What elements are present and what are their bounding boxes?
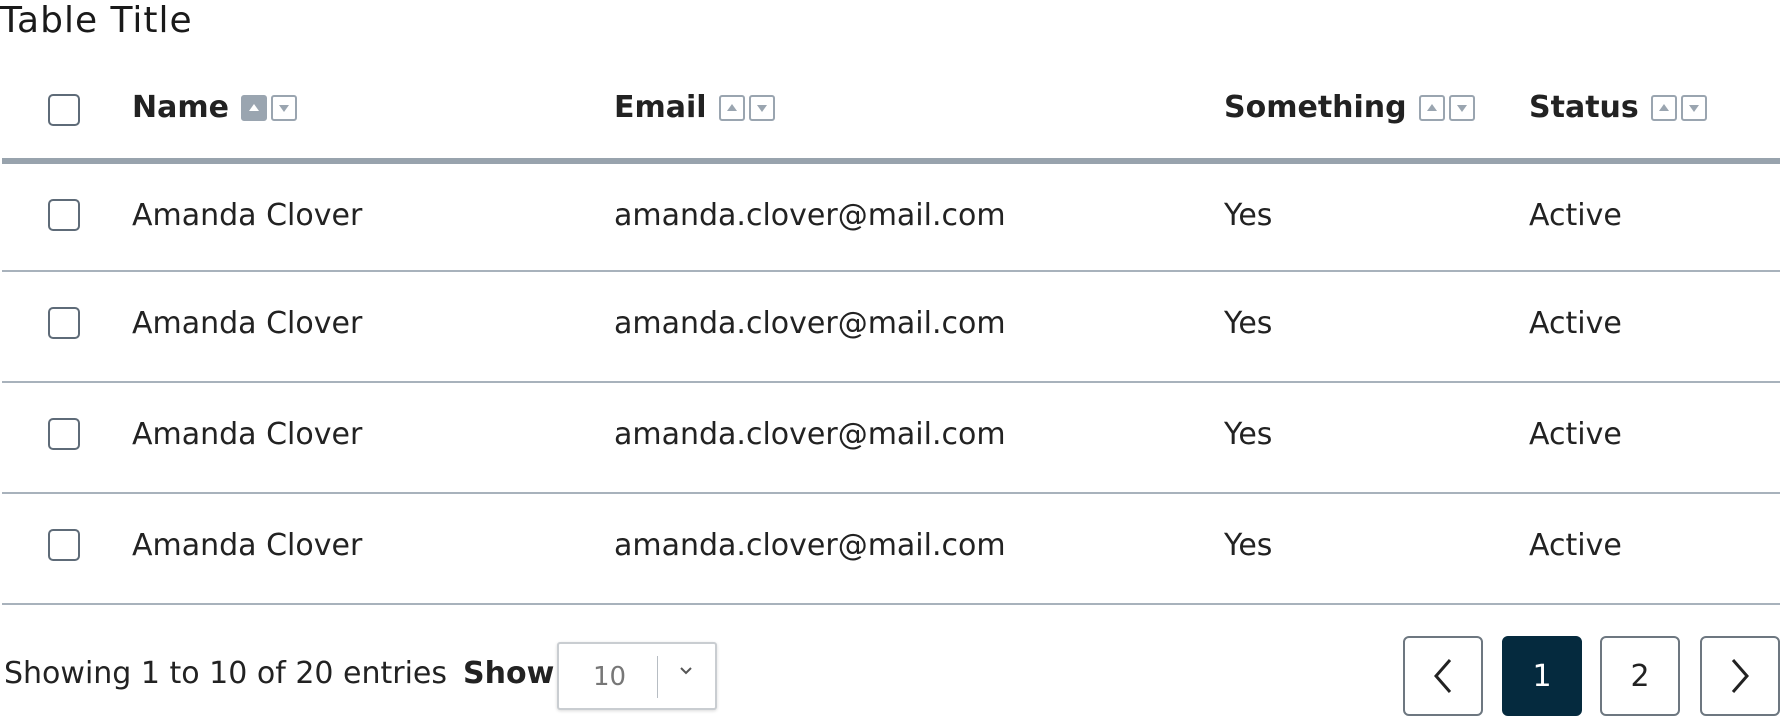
cell-status: Active: [1529, 417, 1622, 452]
cell-name: Amanda Clover: [132, 198, 363, 233]
cell-name: Amanda Clover: [132, 306, 363, 341]
cell-email: amanda.clover@mail.com: [614, 528, 1006, 563]
page-size-select[interactable]: 10: [557, 642, 717, 710]
sort-descending-icon[interactable]: [1448, 94, 1475, 121]
table-row: Amanda Clover amanda.clover@mail.com Yes…: [2, 494, 1780, 605]
cell-name: Amanda Clover: [132, 528, 363, 563]
prev-page-button[interactable]: [1403, 636, 1483, 716]
cell-something: Yes: [1224, 306, 1273, 341]
chevron-down-icon: [680, 667, 692, 675]
cell-something: Yes: [1224, 198, 1273, 233]
page-size-label: Show: [463, 656, 555, 691]
cell-email: amanda.clover@mail.com: [614, 417, 1006, 452]
column-header-status: Status: [1529, 90, 1707, 125]
column-header-something: Something: [1224, 90, 1475, 125]
table-body: Amanda Clover amanda.clover@mail.com Yes…: [2, 164, 1780, 605]
table-row: Amanda Clover amanda.clover@mail.com Yes…: [2, 164, 1780, 272]
sort-ascending-icon[interactable]: [1650, 94, 1677, 121]
sort-ascending-icon[interactable]: [718, 94, 745, 121]
sort-ascending-icon[interactable]: [240, 94, 267, 121]
column-label: Name: [132, 90, 229, 125]
sort-controls: [718, 94, 775, 121]
column-label: Email: [614, 90, 707, 125]
select-all-checkbox[interactable]: [48, 94, 80, 126]
sort-descending-icon[interactable]: [1680, 94, 1707, 121]
cell-status: Active: [1529, 198, 1622, 233]
column-label: Something: [1224, 90, 1407, 125]
table-footer: Showing 1 to 10 of 20 entries Show 10 1 …: [0, 620, 1782, 720]
column-header-name: Name: [132, 90, 297, 125]
cell-email: amanda.clover@mail.com: [614, 198, 1006, 233]
chevron-left-icon: [1434, 659, 1452, 693]
sort-controls: [1650, 94, 1707, 121]
row-checkbox[interactable]: [48, 307, 80, 339]
column-header-email: Email: [614, 90, 775, 125]
chevron-right-icon: [1731, 659, 1749, 693]
page-size-value: 10: [593, 662, 627, 692]
row-checkbox[interactable]: [48, 199, 80, 231]
table-row: Amanda Clover amanda.clover@mail.com Yes…: [2, 272, 1780, 383]
row-checkbox[interactable]: [48, 529, 80, 561]
entries-summary: Showing 1 to 10 of 20 entries: [4, 656, 448, 691]
row-checkbox[interactable]: [48, 418, 80, 450]
column-label: Status: [1529, 90, 1639, 125]
table-row: Amanda Clover amanda.clover@mail.com Yes…: [2, 383, 1780, 494]
cell-email: amanda.clover@mail.com: [614, 306, 1006, 341]
table-header: Name Email Something Status: [2, 62, 1780, 164]
cell-status: Active: [1529, 306, 1622, 341]
page-1-button[interactable]: 1: [1502, 636, 1582, 716]
sort-ascending-icon[interactable]: [1418, 94, 1445, 121]
table-title: Table Title: [0, 0, 193, 41]
cell-something: Yes: [1224, 528, 1273, 563]
sort-descending-icon[interactable]: [270, 94, 297, 121]
sort-controls: [1418, 94, 1475, 121]
cell-status: Active: [1529, 528, 1622, 563]
data-table: Name Email Something Status Amanda Clove…: [2, 62, 1780, 605]
cell-something: Yes: [1224, 417, 1273, 452]
sort-controls: [240, 94, 297, 121]
sort-descending-icon[interactable]: [748, 94, 775, 121]
page-2-button[interactable]: 2: [1600, 636, 1680, 716]
cell-name: Amanda Clover: [132, 417, 363, 452]
next-page-button[interactable]: [1700, 636, 1780, 716]
select-divider: [657, 656, 658, 698]
